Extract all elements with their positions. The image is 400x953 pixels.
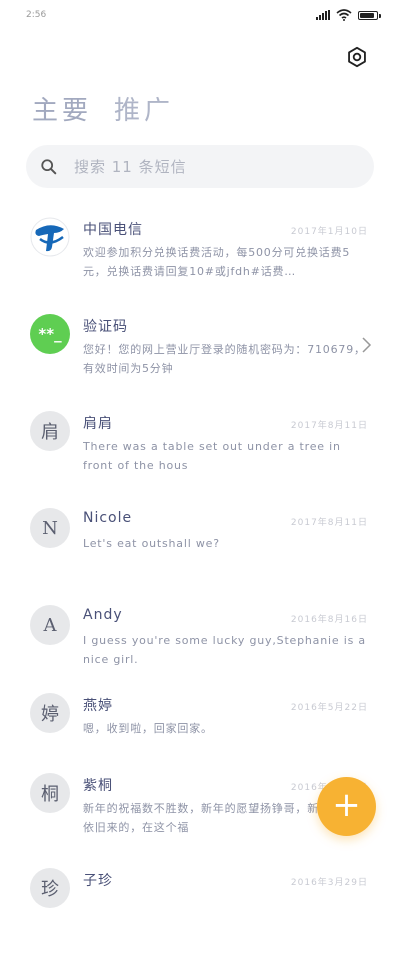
conversation-row[interactable]: 肩 肩肩 2017年8月11日 There was a table set ou… [0,399,400,496]
contact-name: 验证码 [83,319,128,335]
message-date: 2016年5月22日 [290,703,368,713]
signal-icon [316,10,330,20]
avatar: A [30,605,70,645]
avatar: 婷 [30,693,70,733]
avatar: 肩 [30,411,70,451]
message-preview: 您好！您的网上营业厅登录的随机密码为：710679，有效时间为5分钟 [83,343,366,375]
search-icon [41,158,57,174]
contact-name: 燕婷 [83,698,113,714]
contact-name: Andy [83,607,123,623]
chevron-right-icon[interactable] [360,336,372,354]
avatar: 珍 [30,868,70,908]
conversation-row[interactable]: 珍 子珍 2016年3月29日 [0,856,400,953]
gear-icon [348,46,366,68]
avatar [30,217,70,257]
tab-bar: 主要 推广 [32,90,174,127]
message-date: 2016年3月29日 [290,878,368,888]
search-input[interactable] [72,156,336,177]
plus-icon: + [332,785,361,825]
compose-button[interactable]: + [317,777,376,836]
avatar: **_ [30,314,70,354]
avatar: 桐 [30,773,70,813]
conversation-row[interactable]: 中国电信 2017年1月10日 欢迎参加积分兑换话费活动，每500分可兑换话费5… [0,205,400,302]
message-date: 2017年8月11日 [290,518,368,528]
message-preview: I guess you're some lucky guy,Stephanie … [83,634,366,666]
message-preview: 嗯，收到啦，回家回家。 [83,722,213,735]
search-bar[interactable] [26,145,374,188]
message-preview: 欢迎参加积分兑换话费活动，每500分可兑换话费5元，兑换话费请回复10#或jfd… [83,246,351,278]
tab-promotions[interactable]: 推广 [114,90,174,127]
message-date: 2017年1月10日 [290,227,368,237]
message-date: 2016年8月16日 [290,615,368,625]
contact-name: 子珍 [83,873,113,889]
battery-icon [358,10,381,20]
settings-button[interactable] [344,44,370,70]
china-telecom-logo-icon [30,217,70,257]
tab-main[interactable]: 主要 [32,90,92,127]
conversation-row[interactable]: N Nicole 2017年8月11日 Let's eat outshall w… [0,496,400,593]
conversation-list: 中国电信 2017年1月10日 欢迎参加积分兑换话费活动，每500分可兑换话费5… [0,205,400,953]
status-bar: 2:56 [0,0,400,30]
message-preview: Let's eat outshall we? [83,537,220,550]
contact-name: 肩肩 [83,416,113,432]
contact-name: 紫桐 [83,778,113,794]
message-preview: There was a table set out under a tree i… [83,440,341,472]
message-date: 2017年8月11日 [290,421,368,431]
conversation-row[interactable]: 婷 燕婷 2016年5月22日 嗯，收到啦，回家回家。 [0,681,400,761]
contact-name: 中国电信 [83,222,143,238]
conversation-row[interactable]: A Andy 2016年8月16日 I guess you're some lu… [0,593,400,681]
wifi-icon [336,9,352,21]
conversation-row[interactable]: **_ 验证码 您好！您的网上营业厅登录的随机密码为：710679，有效时间为5… [0,302,400,399]
avatar: N [30,508,70,548]
contact-name: Nicole [83,510,133,526]
status-icons [316,9,381,21]
status-time: 2:56 [26,10,47,20]
